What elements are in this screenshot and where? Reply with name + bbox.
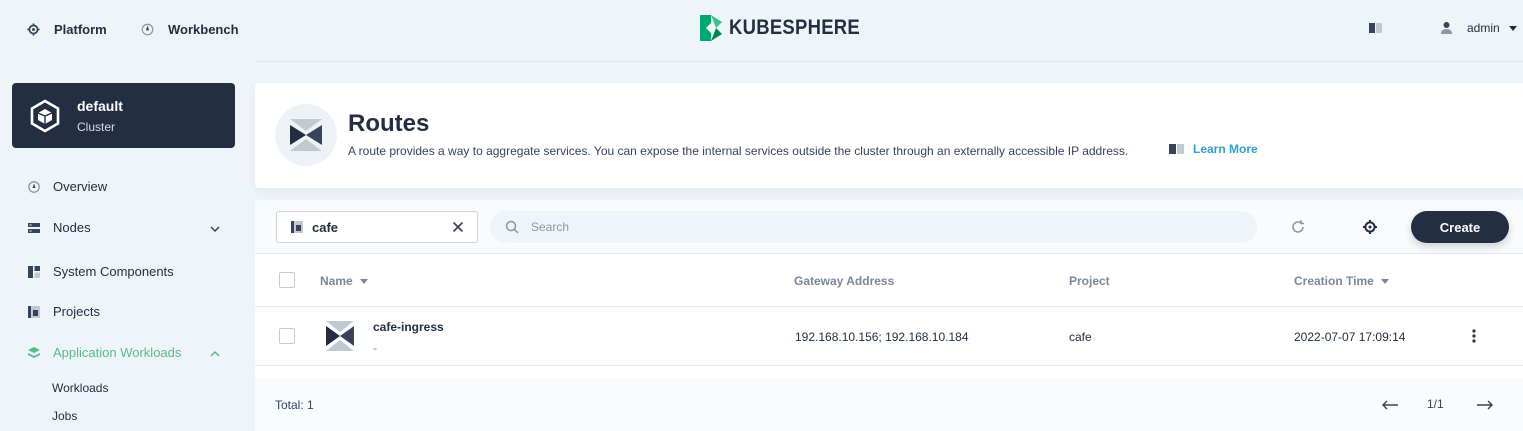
search-input[interactable] xyxy=(531,220,1231,234)
workbench-icon xyxy=(140,23,154,37)
sidebar-subitem-workloads[interactable]: Workloads xyxy=(52,381,108,395)
dashboard-icon xyxy=(28,180,40,193)
arrow-right-icon[interactable] xyxy=(1476,399,1494,411)
column-header-label: Project xyxy=(1069,274,1110,288)
nodes-icon xyxy=(28,222,40,234)
project-icon xyxy=(28,305,40,318)
user-icon xyxy=(1441,21,1453,35)
gear-icon xyxy=(26,23,40,37)
row-checkbox[interactable] xyxy=(279,328,295,344)
page-indicator: 1/1 xyxy=(1427,397,1444,411)
sidebar-item-nodes[interactable]: Nodes xyxy=(28,220,228,235)
table-header: Name Gateway Address Project Creation Ti… xyxy=(255,254,1523,307)
book-icon xyxy=(1169,144,1184,154)
logo-text: KUBESPHERE xyxy=(729,16,861,39)
route-icon xyxy=(326,321,354,351)
project-cell: cafe xyxy=(1069,330,1092,344)
route-banner-icon xyxy=(275,104,337,166)
workloads-icon xyxy=(28,346,40,359)
sidebar-item-overview[interactable]: Overview xyxy=(28,179,228,194)
create-button[interactable]: Create xyxy=(1411,211,1509,243)
gateway-address-cell: 192.168.10.156; 192.168.10.184 xyxy=(795,330,969,344)
sort-icon xyxy=(359,278,368,284)
total-count: Total: 1 xyxy=(275,398,314,412)
more-icon[interactable] xyxy=(1470,328,1478,344)
cluster-selector[interactable]: default Cluster xyxy=(12,83,235,148)
cluster-name: default xyxy=(77,97,123,114)
project-icon xyxy=(291,221,303,233)
cluster-icon xyxy=(30,98,60,133)
column-header-creation-time[interactable]: Creation Time xyxy=(1294,274,1389,288)
routes-panel: cafe Create Name Gateway Address Project… xyxy=(255,200,1523,431)
sidebar-item-system-components[interactable]: System Components xyxy=(28,264,228,279)
column-header-name[interactable]: Name xyxy=(320,274,368,288)
search-bar[interactable] xyxy=(490,211,1257,243)
learn-more-label: Learn More xyxy=(1193,142,1258,156)
toolbar: cafe Create xyxy=(255,200,1523,254)
sidebar-item-application-workloads[interactable]: Application Workloads xyxy=(28,345,228,360)
components-icon xyxy=(28,265,40,278)
table-footer: Total: 1 1/1 xyxy=(255,378,1523,431)
nav-platform[interactable]: Platform xyxy=(26,22,107,37)
column-header-label: Creation Time xyxy=(1294,274,1374,288)
user-menu[interactable]: admin xyxy=(1441,21,1517,35)
close-icon[interactable] xyxy=(452,221,464,233)
project-filter-value: cafe xyxy=(312,219,339,235)
sidebar-item-label: Application Workloads xyxy=(53,345,182,360)
project-filter-select[interactable]: cafe xyxy=(276,211,478,243)
top-navigation: Platform Workbench KUBESPHERE admin xyxy=(0,0,1523,60)
sidebar-item-label: System Components xyxy=(53,264,174,279)
cluster-type: Cluster xyxy=(77,119,116,134)
nav-platform-label: Platform xyxy=(54,22,107,37)
learn-more-link[interactable]: Learn More xyxy=(1169,142,1258,156)
column-header-gateway-address: Gateway Address xyxy=(794,274,894,288)
column-header-label: Gateway Address xyxy=(794,274,895,288)
route-description: - xyxy=(373,341,377,355)
gear-icon[interactable] xyxy=(1362,219,1378,235)
chevron-up-icon xyxy=(210,350,220,357)
page-banner: Routes A route provides a way to aggrega… xyxy=(255,83,1523,188)
sidebar-item-projects[interactable]: Projects xyxy=(28,304,228,319)
user-name: admin xyxy=(1467,21,1500,35)
sidebar-subitem-jobs[interactable]: Jobs xyxy=(52,409,77,423)
refresh-icon[interactable] xyxy=(1290,219,1306,235)
sidebar-item-label: Overview xyxy=(53,179,108,194)
creation-time-cell: 2022-07-07 17:09:14 xyxy=(1294,330,1406,344)
nav-divider xyxy=(255,61,1523,62)
page-description: A route provides a way to aggregate serv… xyxy=(348,144,1129,158)
book-icon[interactable] xyxy=(1369,22,1383,34)
search-icon xyxy=(505,220,519,234)
kubesphere-logo-icon xyxy=(700,15,722,41)
sort-icon xyxy=(1380,278,1389,284)
chevron-down-icon xyxy=(210,226,220,233)
arrow-left-icon[interactable] xyxy=(1381,399,1399,411)
chevron-down-icon xyxy=(1508,25,1517,31)
select-all-checkbox[interactable] xyxy=(279,272,295,288)
sidebar-item-label: Projects xyxy=(53,304,100,319)
route-name-link[interactable]: cafe-ingress xyxy=(373,320,444,334)
kubesphere-logo[interactable]: KUBESPHERE xyxy=(698,14,878,42)
table-row[interactable]: cafe-ingress - 192.168.10.156; 192.168.1… xyxy=(255,308,1523,366)
nav-workbench-label: Workbench xyxy=(168,22,239,37)
nav-workbench[interactable]: Workbench xyxy=(140,22,239,37)
column-header-label: Name xyxy=(320,274,353,288)
column-header-project: Project xyxy=(1069,274,1110,288)
page-title: Routes xyxy=(348,110,430,137)
sidebar-item-label: Nodes xyxy=(53,220,91,235)
